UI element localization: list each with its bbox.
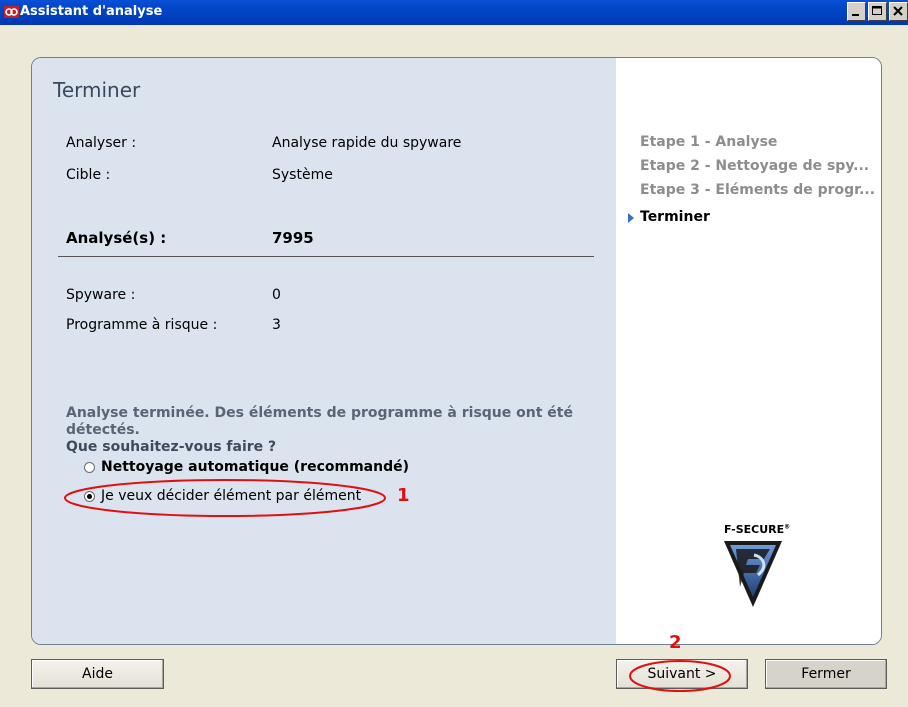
result-message: Analyse terminée. Des éléments de progra… — [66, 405, 606, 456]
riskware-label: Programme à risque : — [66, 317, 218, 333]
riskware-value: 3 — [272, 317, 281, 333]
target-label: Cible : — [66, 167, 111, 183]
close-window-button[interactable] — [889, 2, 908, 21]
annotation-ellipse-2 — [629, 660, 731, 692]
option-auto-clean[interactable]: Nettoyage automatique (recommandé) — [84, 459, 409, 475]
help-button[interactable]: Aide — [31, 659, 164, 689]
scan-type-value: Analyse rapide du spyware — [272, 135, 462, 151]
app-logo-icon — [4, 6, 19, 18]
maximize-icon — [872, 6, 882, 15]
window-title: Assistant d'analyse — [20, 4, 163, 19]
annotation-number-2: 2 — [669, 632, 682, 653]
logo-text: F-SECURE® — [724, 523, 791, 536]
radio-auto-clean[interactable] — [84, 461, 95, 473]
scan-type-label: Analyser : — [66, 135, 137, 151]
question-text: Que souhaitez-vous faire ? — [66, 439, 277, 455]
wizard-panel: Terminer Analyser : Analyse rapide du sp… — [31, 57, 882, 645]
step-current: Terminer — [628, 209, 710, 225]
spyware-value: 0 — [272, 287, 281, 303]
step-1: Etape 1 - Analyse — [640, 134, 778, 150]
minimize-button[interactable] — [847, 2, 866, 21]
page-title: Terminer — [53, 78, 141, 102]
close-icon — [893, 6, 903, 16]
result-message-text: Analyse terminée. Des éléments de progra… — [66, 405, 573, 438]
step-3: Etape 3 - Eléments de progr... — [640, 182, 876, 198]
annotation-number-1: 1 — [397, 485, 410, 506]
close-button[interactable]: Fermer — [765, 659, 887, 689]
summary-pane: Terminer Analyser : Analyse rapide du sp… — [32, 58, 616, 644]
maximize-button[interactable] — [868, 2, 887, 21]
scanned-count-value: 7995 — [272, 229, 314, 247]
steps-pane: Etape 1 - Analyse Etape 2 - Nettoyage de… — [616, 58, 881, 644]
option-auto-clean-label: Nettoyage automatique (recommandé) — [101, 459, 410, 475]
step-2: Etape 2 - Nettoyage de spy... — [640, 158, 870, 174]
divider — [58, 256, 594, 257]
f-secure-shield-icon — [724, 541, 782, 607]
annotation-ellipse-1 — [64, 479, 386, 517]
spyware-label: Spyware : — [66, 287, 136, 303]
current-step-arrow-icon — [628, 213, 634, 223]
step-current-label: Terminer — [640, 209, 710, 225]
target-value: Système — [272, 167, 333, 183]
scanned-count-label: Analysé(s) : — [66, 229, 167, 247]
window-controls — [847, 2, 908, 23]
title-bar[interactable]: Assistant d'analyse — [0, 0, 908, 25]
minimize-icon — [852, 14, 859, 16]
